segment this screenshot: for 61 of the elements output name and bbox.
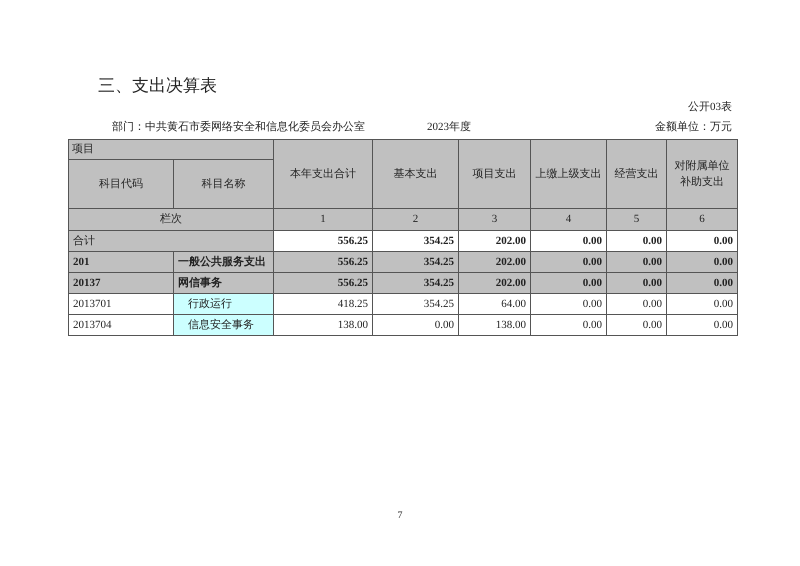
table-cell: 418.25 bbox=[274, 294, 372, 314]
table-cell: 行政运行 bbox=[174, 294, 274, 314]
table-cell: 138.00 bbox=[458, 314, 530, 336]
table-cell: 0.00 bbox=[530, 272, 606, 294]
table-cell: 556.25 bbox=[274, 230, 372, 252]
table-cell: 0.00 bbox=[666, 230, 738, 252]
table-cell: 354.25 bbox=[372, 294, 458, 314]
table-cell: 0.00 bbox=[530, 314, 606, 336]
table-cell: 202.00 bbox=[458, 252, 530, 272]
table-cell: 信息安全事务 bbox=[174, 314, 274, 336]
table-cell: 354.25 bbox=[372, 272, 458, 294]
table-cell: 0.00 bbox=[666, 314, 738, 336]
table-cell: 0.00 bbox=[606, 230, 666, 252]
column-header: 经营支出 bbox=[606, 140, 666, 208]
column-header: 科目代码 bbox=[68, 160, 174, 208]
table-cell: 202.00 bbox=[458, 230, 530, 252]
table-cell: 网信事务 bbox=[174, 272, 274, 294]
table-cell: 0.00 bbox=[666, 252, 738, 272]
table-cell: 0.00 bbox=[606, 314, 666, 336]
table-cell: 2013704 bbox=[68, 314, 174, 336]
header-cell: 3 bbox=[458, 208, 530, 230]
table-cell: 556.25 bbox=[274, 252, 372, 272]
column-header: 对附属单位补助支出 bbox=[666, 140, 738, 208]
table-cell: 64.00 bbox=[458, 294, 530, 314]
table-cell: 0.00 bbox=[606, 294, 666, 314]
page-title: 三、支出决算表 bbox=[98, 75, 217, 98]
table-cell: 0.00 bbox=[606, 252, 666, 272]
table-cell: 556.25 bbox=[274, 272, 372, 294]
table-cell: 0.00 bbox=[530, 230, 606, 252]
table-cell: 202.00 bbox=[458, 272, 530, 294]
header-cell: 4 bbox=[530, 208, 606, 230]
column-header: 项目支出 bbox=[458, 140, 530, 208]
table-cell: 0.00 bbox=[666, 272, 738, 294]
table-cell: 0.00 bbox=[530, 252, 606, 272]
header-cell: 5 bbox=[606, 208, 666, 230]
table-cell: 合计 bbox=[68, 230, 274, 252]
table-cell: 0.00 bbox=[530, 294, 606, 314]
table-cell: 201 bbox=[68, 252, 174, 272]
column-header: 基本支出 bbox=[372, 140, 458, 208]
table-cell: 354.25 bbox=[372, 252, 458, 272]
table-cell: 一般公共服务支出 bbox=[174, 252, 274, 272]
table-cell: 138.00 bbox=[274, 314, 372, 336]
header-cell: 2 bbox=[372, 208, 458, 230]
page-number: 7 bbox=[398, 509, 402, 523]
year-label: 2023年度 bbox=[427, 120, 471, 134]
table-cell: 0.00 bbox=[372, 314, 458, 336]
table-cell: 0.00 bbox=[606, 272, 666, 294]
column-header: 本年支出合计 bbox=[274, 140, 372, 208]
table-cell: 354.25 bbox=[372, 230, 458, 252]
header-cell: 栏次 bbox=[68, 208, 274, 230]
table-cell: 2013701 bbox=[68, 294, 174, 314]
table-cell: 20137 bbox=[68, 272, 174, 294]
department-label: 部门：中共黄石市委网络安全和信息化委员会办公室 bbox=[112, 120, 365, 134]
header-cell: 项目 bbox=[68, 140, 274, 160]
table-cell: 0.00 bbox=[666, 294, 738, 314]
header-cell: 1 bbox=[274, 208, 372, 230]
column-header: 上缴上级支出 bbox=[530, 140, 606, 208]
form-number: 公开03表 bbox=[688, 100, 732, 115]
header-cell: 6 bbox=[666, 208, 738, 230]
unit-label: 金额单位：万元 bbox=[655, 120, 732, 134]
column-header: 科目名称 bbox=[174, 160, 274, 208]
